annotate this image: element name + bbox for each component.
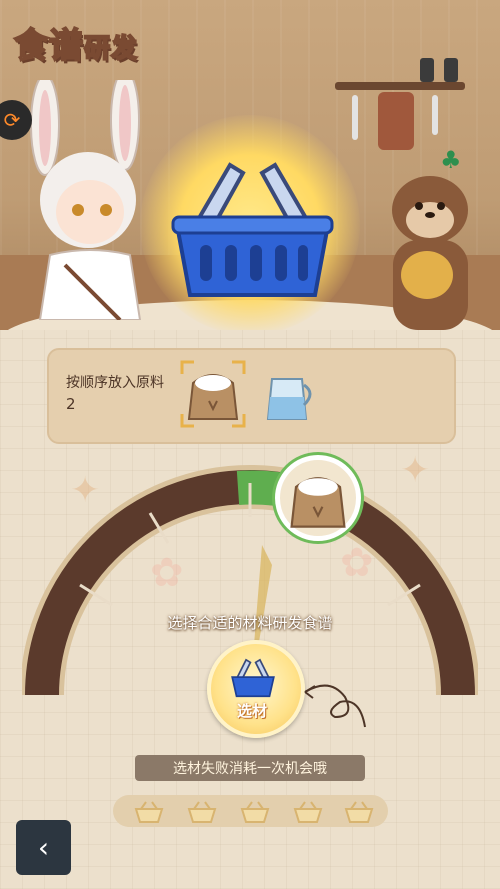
page-title: 食谱研发	[13, 18, 139, 67]
kitchen-scene: ♣ 食谱研发 ⟳	[0, 0, 500, 330]
order-card	[47, 348, 456, 444]
order-instruction: 按顺序放入原料	[66, 375, 164, 391]
attempt-basket-icon	[293, 801, 323, 823]
milk-jug-icon	[266, 378, 312, 420]
warning-text: 选材失败消耗一次机会哦	[173, 761, 327, 777]
select-ingredient-button[interactable]	[207, 640, 305, 738]
otter-character	[392, 176, 468, 330]
shopping-basket-icon	[171, 162, 334, 297]
ladle-icon	[432, 95, 438, 135]
gauge-marker	[275, 455, 361, 541]
bunny-girl-character	[30, 80, 142, 320]
shelf	[335, 82, 465, 90]
select-button-label: 选材	[236, 702, 267, 720]
instruction-text: 选择合适的材料研发食谱	[167, 614, 333, 632]
order-count: 2	[66, 395, 76, 413]
back-arrow-icon[interactable]: ‹	[16, 820, 71, 875]
spice-jar-icon	[444, 58, 458, 82]
flour-sack-icon	[290, 477, 346, 528]
spice-jar-icon	[420, 58, 434, 82]
attempt-basket-icon	[134, 801, 164, 823]
attempt-basket-icon	[240, 801, 270, 823]
title-sub: 研发	[83, 33, 139, 65]
clover-icon: ♣	[440, 146, 462, 174]
spatula-icon	[352, 95, 358, 140]
flour-sack-icon	[187, 374, 239, 420]
cutting-board-icon	[378, 92, 414, 150]
attempt-basket-icon	[344, 801, 374, 823]
attempt-basket-icon	[187, 801, 217, 823]
pointer-arrow-icon	[304, 684, 366, 728]
title-main: 食谱	[13, 25, 84, 67]
shopping-basket-icon	[231, 658, 275, 698]
